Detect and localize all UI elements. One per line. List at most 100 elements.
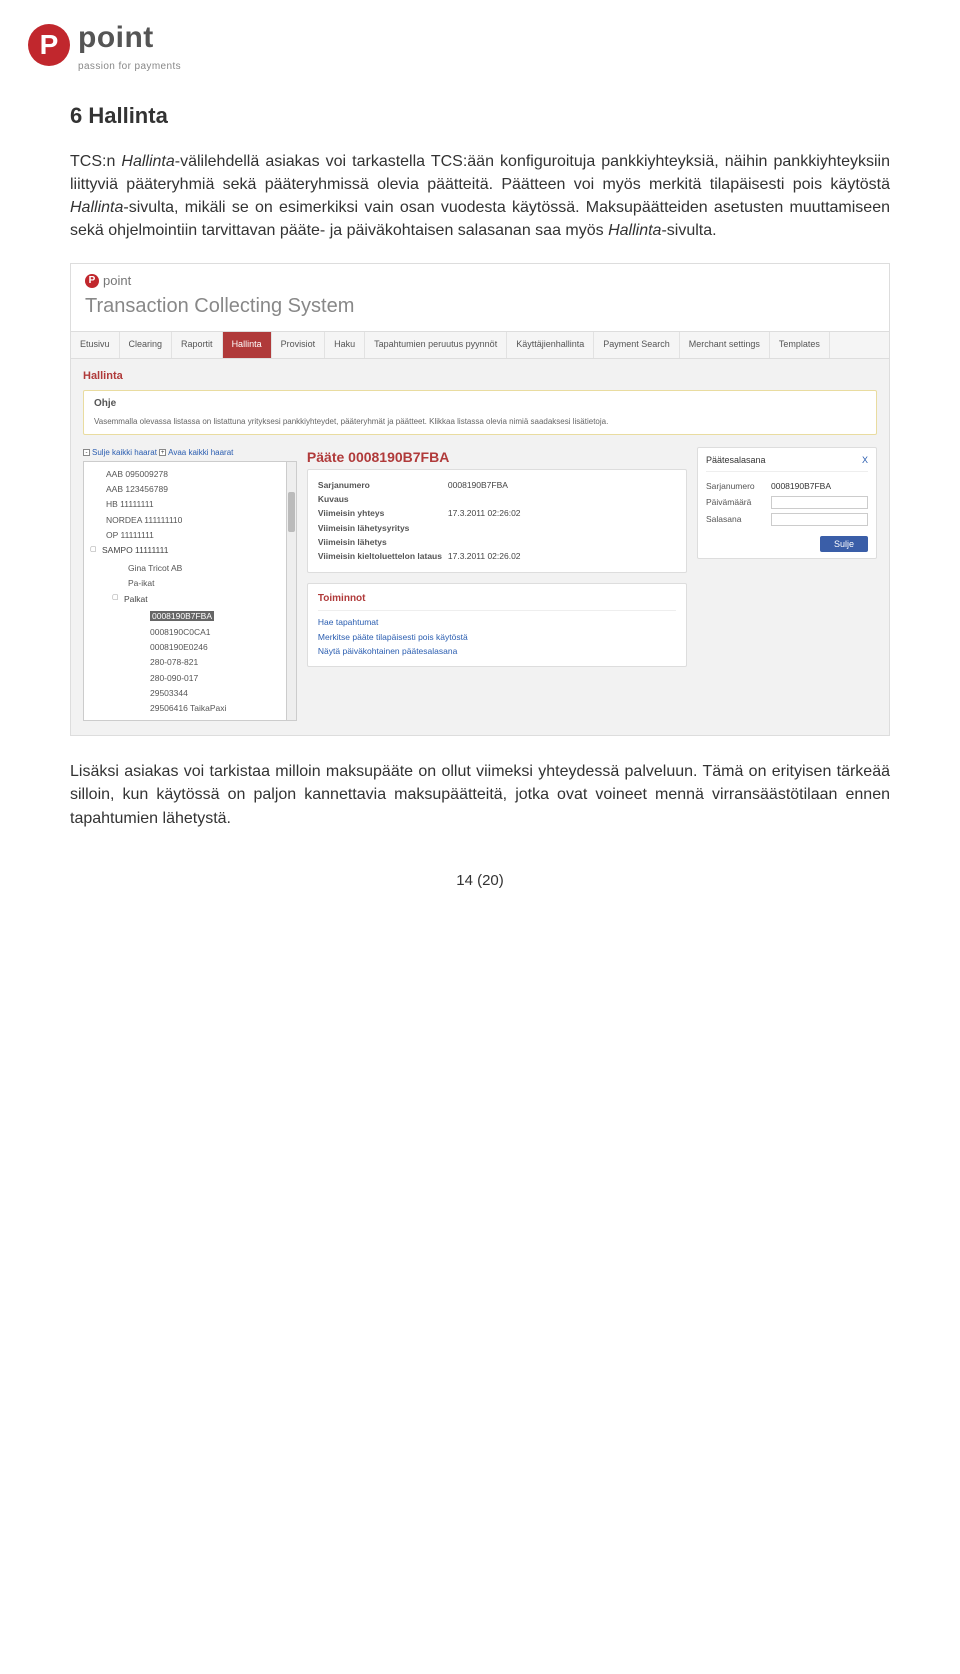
text: -sivulta. — [661, 222, 716, 239]
detail-row: Viimeisin yhteys17.3.2011 02:26:02 — [318, 506, 676, 520]
text: TCS:n — [70, 153, 121, 170]
detail-row: Sarjanumero0008190B7FBA — [318, 478, 676, 492]
text: -sivulta, mikäli se on esimerkiksi vain … — [70, 199, 890, 239]
page-section-title: Hallinta — [83, 369, 877, 385]
nav-tab[interactable]: Clearing — [120, 332, 173, 357]
app-logo-icon: P — [85, 274, 99, 288]
password-field-row: Päivämäärä — [706, 494, 868, 511]
nav-tab[interactable]: Raportit — [172, 332, 223, 357]
brand-tagline: passion for payments — [78, 60, 181, 75]
detail-label: Sarjanumero — [318, 479, 448, 491]
detail-label: Kuvaus — [318, 493, 448, 505]
nav-tab[interactable]: Haku — [325, 332, 365, 357]
detail-label: Viimeisin kieltoluettelon lataus — [318, 550, 448, 562]
tree-leaf[interactable]: 0008190E0246 — [134, 640, 278, 655]
brand-header: P point passion for payments — [0, 0, 960, 82]
italic-term: Hallinta — [608, 222, 661, 239]
nav-tab[interactable]: Etusivu — [71, 332, 120, 357]
text-input[interactable] — [771, 496, 868, 509]
scrollbar-thumb[interactable] — [288, 492, 295, 532]
tree-leaf[interactable]: 29503344 — [134, 686, 278, 701]
tree-leaf[interactable]: Pa-ikat — [112, 576, 284, 591]
nav-tab[interactable]: Hallinta — [223, 332, 272, 357]
detail-row: Kuvaus — [318, 492, 676, 506]
text-input[interactable] — [771, 513, 868, 526]
tree-leaf[interactable]: 280-078-821 — [134, 655, 278, 670]
detail-value: 0008190B7FBA — [448, 479, 676, 491]
actions-header: Toiminnot — [318, 592, 676, 612]
logo-text: point passion for payments — [78, 16, 181, 74]
tree-leaf[interactable]: 280-090-017 — [134, 670, 278, 685]
nav-tab[interactable]: Merchant settings — [680, 332, 770, 357]
text: -välilehdellä asiakas voi tarkastella TC… — [70, 153, 890, 193]
expand-icon: + — [159, 449, 166, 456]
tree-leaf[interactable]: 29506416 TaikaPaxi — [134, 701, 278, 716]
tree-leaf[interactable]: NORDEA 111111110 — [90, 512, 290, 527]
brand-name: point — [78, 16, 181, 60]
detail-row: Viimeisin lähetys — [318, 535, 676, 549]
tree-branch[interactable]: SAMPO 11111111Gina Tricot ABPa-ikatPalka… — [90, 543, 290, 721]
password-field-row: Sarjanumero0008190B7FBA — [706, 478, 868, 494]
collapse-all-link[interactable]: Sulje kaikki haarat — [92, 448, 157, 457]
detail-value — [448, 493, 676, 505]
main-nav: EtusivuClearingRaportitHallintaProvisiot… — [71, 331, 889, 358]
detail-value — [448, 522, 676, 534]
intro-paragraph: TCS:n Hallinta-välilehdellä asiakas voi … — [70, 150, 890, 243]
nav-tab[interactable]: Templates — [770, 332, 830, 357]
nav-tab[interactable]: Provisiot — [272, 332, 326, 357]
close-button[interactable]: Sulje — [820, 536, 868, 552]
tree-leaf[interactable]: 0008190C0CA1 — [134, 624, 278, 639]
action-link[interactable]: Merkitse pääte tilapäisesti pois käytöst… — [318, 630, 676, 644]
password-field-row: Salasana — [706, 511, 868, 528]
nav-tab[interactable]: Käyttäjienhallinta — [507, 332, 594, 357]
app-logo-text: point — [103, 272, 131, 291]
detail-value — [448, 536, 676, 548]
scrollbar[interactable] — [286, 462, 296, 720]
password-column: Päätesalasana X Sarjanumero0008190B7FBAP… — [697, 447, 877, 559]
tree-listbox[interactable]: AAB 095009278AAB 123456789HB 11111111NOR… — [83, 461, 297, 721]
expand-all-link[interactable]: Avaa kaikki haarat — [168, 448, 233, 457]
tree-branch[interactable]: Palkat0008190B7FBA0008190C0CA10008190E02… — [112, 591, 284, 721]
tree-leaf[interactable]: OP 11111111 — [90, 527, 290, 542]
tree-leaf[interactable]: Gina Tricot AB — [112, 561, 284, 576]
detail-column: Pääte 0008190B7FBA Sarjanumero0008190B7F… — [307, 447, 687, 668]
nav-tab[interactable]: Tapahtumien peruutus pyynnöt — [365, 332, 507, 357]
action-link[interactable]: Hae tapahtumat — [318, 615, 676, 629]
app-title: Transaction Collecting System — [71, 292, 889, 331]
tree-leaf[interactable]: AAB 123456789 — [90, 481, 290, 496]
italic-term: Hallinta — [121, 153, 174, 170]
detail-label: Viimeisin lähetys — [318, 536, 448, 548]
close-icon[interactable]: X — [862, 454, 868, 467]
collapse-icon: - — [83, 449, 90, 456]
section-heading: 6 Hallinta — [70, 100, 890, 132]
detail-row: Viimeisin lähetysyritys — [318, 521, 676, 535]
logo-mark-icon: P — [28, 24, 70, 66]
detail-value: 17.3.2011 02:26.02 — [448, 550, 676, 562]
actions-panel: Toiminnot Hae tapahtumatMerkitse pääte t… — [307, 583, 687, 667]
tree-leaf[interactable]: 29510512 Uusmodeemi Taikapaxi — [134, 716, 278, 721]
detail-value: 17.3.2011 02:26:02 — [448, 507, 676, 519]
tree-toggle-links: -Sulje kaikki haarat +Avaa kaikki haarat — [83, 447, 297, 459]
password-panel-header: Päätesalasana — [706, 454, 766, 467]
field-value: 0008190B7FBA — [771, 480, 831, 492]
help-box: Ohje Vasemmalla olevassa listassa on lis… — [83, 390, 877, 434]
tree-leaf[interactable]: HB 11111111 — [90, 497, 290, 512]
terminal-details-panel: Sarjanumero0008190B7FBAKuvausViimeisin y… — [307, 469, 687, 573]
embedded-screenshot: P point Transaction Collecting System Et… — [70, 263, 890, 737]
help-text: Vasemmalla olevassa listassa on listattu… — [94, 416, 866, 428]
help-header: Ohje — [94, 397, 866, 412]
page-number: 14 (20) — [70, 870, 890, 892]
detail-label: Viimeisin yhteys — [318, 507, 448, 519]
outro-paragraph: Lisäksi asiakas voi tarkistaa milloin ma… — [70, 760, 890, 830]
tree-leaf[interactable]: AAB 095009278 — [90, 466, 290, 481]
field-label: Päivämäärä — [706, 496, 771, 508]
field-label: Sarjanumero — [706, 480, 771, 492]
tree-leaf[interactable]: 0008190B7FBA — [134, 609, 278, 624]
action-link[interactable]: Näytä päiväkohtainen päätesalasana — [318, 644, 676, 658]
tree-column: -Sulje kaikki haarat +Avaa kaikki haarat… — [83, 447, 297, 722]
nav-tab[interactable]: Payment Search — [594, 332, 680, 357]
password-panel: Päätesalasana X Sarjanumero0008190B7FBAP… — [697, 447, 877, 559]
app-logo: P point — [71, 264, 889, 293]
detail-label: Viimeisin lähetysyritys — [318, 522, 448, 534]
italic-term: Hallinta — [70, 199, 123, 216]
